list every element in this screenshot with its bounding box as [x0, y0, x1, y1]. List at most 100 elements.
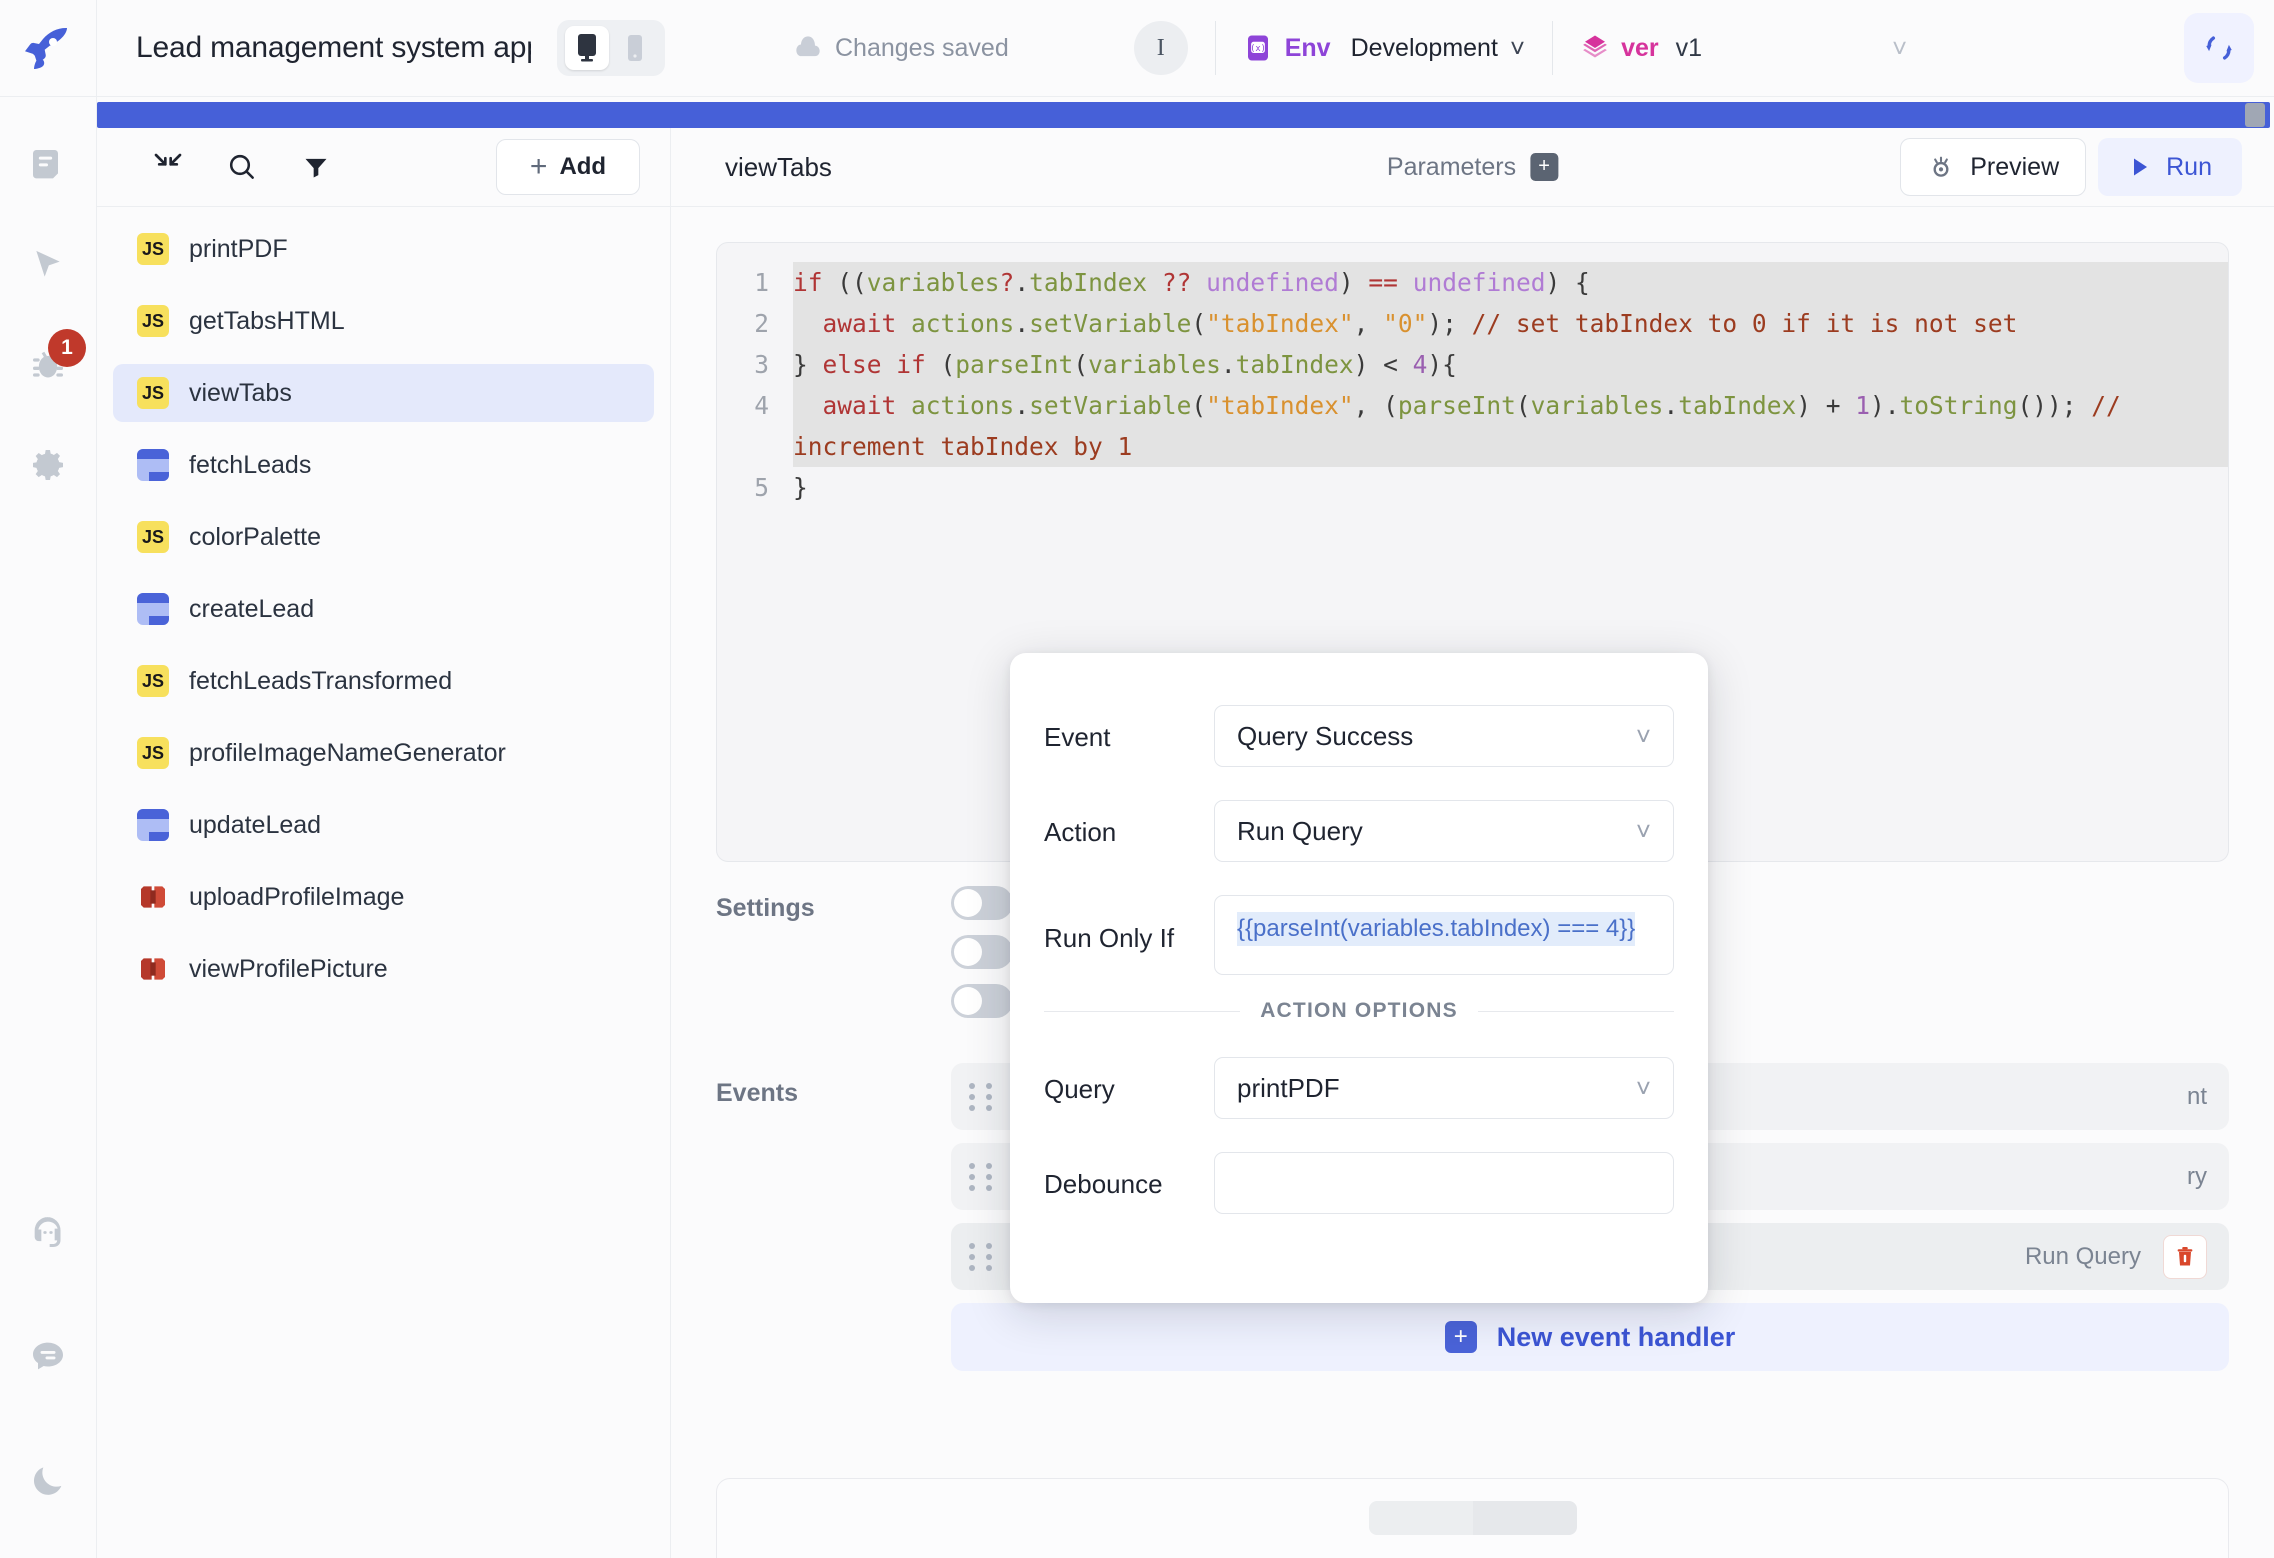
- plus-icon: +: [1444, 1321, 1477, 1353]
- event-action: Run Query: [2024, 1242, 2141, 1270]
- line-number: 5: [754, 473, 769, 502]
- env-selector[interactable]: (x) Env Development ˅: [1243, 33, 1525, 63]
- action-select-value: Run Query: [1237, 815, 1363, 846]
- save-status-text: Changes saved: [835, 33, 1009, 62]
- sidebar-item-fetchLeads[interactable]: fetchLeads: [113, 436, 654, 494]
- query-name: fetchLeadsTransformed: [189, 666, 453, 695]
- s3-glyph: [141, 958, 165, 980]
- code-line-text: await actions.setVariable("tabIndex", "0…: [793, 303, 2228, 344]
- query-name: fetchLeads: [189, 450, 312, 479]
- event-select[interactable]: Query Success ˅: [1214, 705, 1674, 767]
- add-parameter-button[interactable]: +: [1530, 153, 1559, 181]
- query-select[interactable]: printPDF ˅: [1214, 1057, 1674, 1119]
- sidebar-item-viewProfilePicture[interactable]: viewProfilePicture: [113, 940, 654, 998]
- sidebar-item-pages[interactable]: [16, 133, 80, 197]
- run-label: Run: [2166, 152, 2212, 181]
- horizontal-scrollbar[interactable]: [97, 102, 2270, 128]
- trash-icon: [2177, 1246, 2193, 1265]
- run-only-if-label: Run Only If: [1044, 923, 1175, 953]
- sidebar-item-settings[interactable]: [16, 433, 80, 497]
- sidebar-item-uploadProfileImage[interactable]: uploadProfileImage: [113, 868, 654, 926]
- sidebar-item-printPDF[interactable]: JS printPDF: [113, 220, 654, 278]
- app-root: Lead management system app Changes saved…: [0, 0, 2274, 1558]
- sidebar-item-debugger[interactable]: 1: [16, 329, 86, 397]
- code-line: 5 }: [717, 467, 2228, 508]
- collapse-glyph: [154, 153, 182, 166]
- delete-event-button[interactable]: [2163, 1234, 2207, 1279]
- sidebar-item-getTabsHTML[interactable]: JS getTabsHTML: [113, 292, 654, 350]
- svg-text:(x): (x): [1250, 44, 1266, 54]
- app-header: Lead management system app Changes saved…: [0, 0, 2274, 97]
- parameters-label: Parameters: [1386, 152, 1517, 181]
- dark-mode-moon-icon: [33, 1467, 62, 1495]
- filter-icon[interactable]: [289, 140, 343, 194]
- code-line: 4 await actions.setVariable("tabIndex", …: [717, 385, 2228, 467]
- preview-button[interactable]: Preview: [1900, 138, 2087, 196]
- env-value: Development: [1350, 33, 1498, 62]
- s3-icon: [137, 881, 169, 913]
- query-panel-toolbar: + Add: [97, 128, 670, 207]
- sidebar-item-colorPalette[interactable]: JS colorPalette: [113, 508, 654, 566]
- chevron-down-icon[interactable]: ˅: [1510, 35, 1525, 61]
- action-field-label: Action: [1044, 817, 1117, 847]
- search-glyph: [229, 154, 254, 179]
- eye-icon: [1933, 156, 1949, 177]
- sidebar-item-chat[interactable]: [16, 1324, 80, 1388]
- logo-cell[interactable]: [0, 0, 97, 97]
- bottom-tab-1[interactable]: [1368, 1501, 1473, 1535]
- code-line-text: if ((variables?.tabIndex ?? undefined) =…: [793, 262, 2228, 303]
- add-query-label: Add: [559, 153, 607, 180]
- event-action: ry: [2187, 1162, 2207, 1190]
- avatar[interactable]: I: [1133, 21, 1188, 75]
- version-selector[interactable]: ver v1: [1580, 33, 1702, 63]
- sidebar-item-support[interactable]: [16, 1200, 80, 1264]
- code-line-text: await actions.setVariable("tabIndex", (p…: [793, 385, 2228, 467]
- js-icon: JS: [137, 233, 169, 265]
- chevron-down-icon: ˅: [1635, 816, 1651, 846]
- run-button[interactable]: Run: [2098, 138, 2242, 196]
- sidebar-item-dark-mode[interactable]: [16, 1448, 80, 1512]
- env-variable-icon: (x): [1243, 33, 1273, 63]
- sidebar-item-viewTabs[interactable]: JS viewTabs: [113, 364, 654, 422]
- drag-handle-icon[interactable]: [969, 1242, 995, 1271]
- query-list-panel: + Add JS printPDF JS getTabsHTML JS viewTabs f…: [97, 128, 671, 1558]
- query-name: profileImageNameGenerator: [189, 738, 506, 767]
- drag-handle-icon[interactable]: [969, 1082, 995, 1111]
- desktop-icon[interactable]: [565, 26, 609, 70]
- query-name: createLead: [189, 594, 315, 623]
- setting-toggle-2[interactable]: [951, 934, 1013, 969]
- debounce-input[interactable]: [1214, 1152, 1674, 1214]
- mobile-icon[interactable]: [613, 26, 657, 70]
- setting-toggle-3[interactable]: [951, 983, 1013, 1018]
- code-content[interactable]: 1 if ((variables?.tabIndex ?? undefined)…: [717, 243, 2228, 508]
- search-icon[interactable]: [215, 140, 269, 194]
- new-event-handler-button[interactable]: + New event handler: [951, 1303, 2229, 1371]
- version-chevron-down-icon[interactable]: ˅: [1892, 35, 1907, 61]
- event-field-label: Event: [1044, 722, 1111, 752]
- plus-icon: +: [529, 150, 548, 183]
- debugger-badge: 1: [48, 329, 86, 367]
- layers-icon: [1583, 35, 1607, 58]
- filter-glyph: [305, 158, 327, 178]
- add-query-button[interactable]: + Add: [496, 139, 640, 195]
- play-icon: [2134, 158, 2148, 176]
- editor-toolbar: viewTabs Parameters + Preview Run: [671, 128, 2274, 207]
- bottom-tab-2[interactable]: [1472, 1501, 1577, 1535]
- sidebar-item-profileImageNameGenerator[interactable]: JS profileImageNameGenerator: [113, 724, 654, 782]
- query-field-row: Query printPDF ˅: [1044, 1057, 1674, 1119]
- setting-toggle-1[interactable]: [951, 885, 1013, 920]
- sidebar-item-updateLead[interactable]: updateLead: [113, 796, 654, 854]
- sidebar-item-createLead[interactable]: createLead: [113, 580, 654, 638]
- sidebar-item-components[interactable]: [16, 233, 80, 297]
- parameters-group: Parameters +: [1386, 152, 1559, 182]
- collapse-icon[interactable]: [141, 140, 195, 194]
- query-name: printPDF: [189, 234, 288, 263]
- chevron-down-icon: ˅: [1635, 721, 1651, 751]
- action-select[interactable]: Run Query ˅: [1214, 800, 1674, 862]
- drag-handle-icon[interactable]: [969, 1162, 995, 1191]
- run-only-if-input[interactable]: {{parseInt(variables.tabIndex) === 4}}: [1214, 895, 1674, 975]
- refresh-button[interactable]: [2184, 13, 2254, 83]
- sidebar-item-fetchLeadsTransformed[interactable]: JS fetchLeadsTransformed: [113, 652, 654, 710]
- scrollbar-thumb[interactable]: [2245, 103, 2265, 127]
- settings-label: Settings: [716, 894, 815, 922]
